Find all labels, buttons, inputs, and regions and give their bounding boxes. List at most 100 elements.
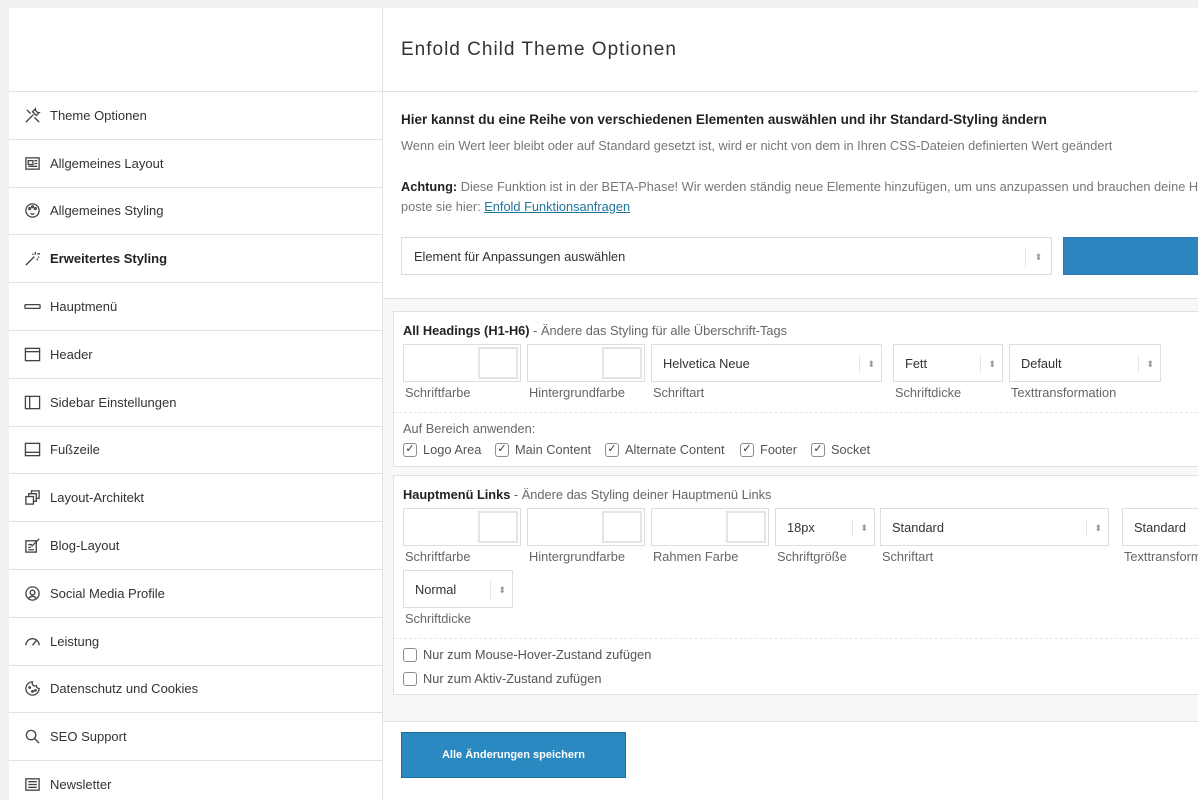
layout-icon — [23, 154, 41, 172]
color-swatch[interactable] — [478, 511, 518, 543]
weight-select[interactable]: Normal ⬍ — [403, 570, 513, 608]
select-arrows-icon: ⬍ — [980, 355, 996, 373]
element-select-value: Element für Anpassungen auswählen — [414, 248, 626, 264]
area-checkbox-socket[interactable]: ✓ Socket — [811, 442, 870, 457]
checkbox-label: Logo Area — [423, 442, 482, 457]
checkbox-label: Alternate Content — [625, 442, 725, 457]
speedometer-icon — [23, 632, 41, 650]
cookie-icon — [23, 680, 41, 698]
color-swatch[interactable] — [726, 511, 766, 543]
checkbox[interactable]: ✓ — [740, 442, 754, 457]
area-checkbox-footer[interactable]: ✓ Footer — [740, 442, 797, 457]
sidebar-item-layout-architekt[interactable]: Layout-Architekt — [9, 474, 382, 523]
bg-color-field[interactable] — [527, 508, 645, 546]
sidebar-item-seo-support[interactable]: SEO Support — [9, 713, 382, 762]
area-checkbox-logo[interactable]: ✓ Logo Area — [403, 442, 481, 457]
element-select[interactable]: Element für Anpassungen auswählen ⬍ — [401, 237, 1052, 275]
color-swatch[interactable] — [602, 511, 642, 543]
bg-color-label: Hintergrundfarbe — [529, 385, 626, 400]
panel-title-bold: All Headings (H1-H6) — [403, 323, 530, 338]
select-arrows-icon: ⬍ — [1025, 247, 1051, 267]
sidebar-item-label: Allgemeines Layout — [50, 155, 164, 171]
transform-select-value: Standard — [1134, 519, 1186, 535]
sidebar-item-erweitertes-styling[interactable]: Erweitertes Styling — [9, 235, 382, 284]
border-color-field[interactable] — [651, 508, 769, 546]
sidebar-logo-area — [9, 8, 382, 92]
weight-select[interactable]: Fett ⬍ — [893, 344, 1003, 382]
beta-warning: Achtung: Diese Funktion ist in der BETA-… — [401, 177, 1198, 217]
bg-color-field[interactable] — [527, 344, 645, 382]
sidebar-item-allgemeines-styling[interactable]: Allgemeines Styling — [9, 188, 382, 236]
font-select[interactable]: Standard ⬍ — [880, 508, 1109, 546]
feature-request-link[interactable]: Enfold Funktionsanfragen — [484, 199, 630, 214]
color-swatch[interactable] — [602, 347, 642, 379]
bg-color-label: Hintergrundfarbe — [529, 549, 626, 564]
panel-title-desc: - Ändere das Styling für alle Überschrif… — [529, 323, 788, 338]
sidebar-item-label: Allgemeines Styling — [50, 203, 164, 219]
weight-select-value: Fett — [905, 355, 928, 371]
area-checkbox-main[interactable]: ✓ Main Content — [495, 442, 591, 457]
sidebar-item-label: Newsletter — [50, 777, 112, 793]
checkbox[interactable] — [403, 647, 417, 662]
sidebar-item-datenschutz[interactable]: Datenschutz und Cookies — [9, 666, 382, 714]
sidebar-item-allgemeines-layout[interactable]: Allgemeines Layout — [9, 140, 382, 188]
font-select-value: Helvetica Neue — [663, 355, 750, 371]
select-arrows-icon: ⬍ — [490, 581, 506, 599]
checkbox-label: Nur zum Mouse-Hover-Zustand zufügen — [423, 647, 652, 662]
sidebar-item-label: Hauptmenü — [50, 299, 118, 315]
text-color-label: Schriftfarbe — [405, 549, 471, 564]
area-checkbox-alternate[interactable]: ✓ Alternate Content — [605, 442, 725, 457]
checkbox[interactable]: ✓ — [811, 442, 825, 457]
weight-label: Schriftdicke — [405, 611, 472, 626]
sidebar-item-leistung[interactable]: Leistung — [9, 618, 382, 666]
transform-select[interactable]: Default ⬍ — [1009, 344, 1161, 382]
apply-area-label: Auf Bereich anwenden: — [403, 421, 536, 436]
sidebar-item-header[interactable]: Header — [9, 331, 382, 379]
checkbox[interactable]: ✓ — [605, 442, 619, 457]
divider — [394, 638, 1198, 639]
sidebar-item-social-media-profile[interactable]: Social Media Profile — [9, 570, 382, 618]
active-state-checkbox[interactable]: Nur zum Aktiv-Zustand zufügen — [403, 671, 602, 686]
checkbox[interactable]: ✓ — [403, 442, 417, 457]
edit-icon — [23, 537, 41, 555]
intro-text: Wenn ein Wert leer bleibt oder auf Stand… — [401, 138, 1113, 153]
checkbox[interactable] — [403, 671, 417, 686]
font-select-value: Standard — [892, 519, 944, 535]
sidebar-item-theme-optionen[interactable]: Theme Optionen — [9, 92, 382, 140]
font-select[interactable]: Helvetica Neue ⬍ — [651, 344, 882, 382]
save-all-button[interactable]: Alle Änderungen speichern — [401, 732, 626, 778]
panel-main-menu-links: Hauptmenü Links - Ändere das Styling dei… — [393, 475, 1198, 695]
sidebar-item-blog-layout[interactable]: Blog-Layout — [9, 522, 382, 570]
element-select-row: Element für Anpassungen auswählen ⬍ — [401, 237, 1198, 275]
sidebar-item-label: Leistung — [50, 633, 100, 649]
size-label: Schriftgröße — [777, 549, 847, 564]
sidebar-item-newsletter[interactable]: Newsletter — [9, 761, 382, 800]
sidebar-item-hauptmenue[interactable]: Hauptmenü — [9, 283, 382, 331]
add-element-button[interactable] — [1063, 237, 1198, 275]
search-icon — [23, 728, 41, 746]
sidebar-item-fusszeile[interactable]: Fußzeile — [9, 427, 382, 475]
palette-icon — [23, 202, 41, 220]
sidebar-item-label: Header — [50, 346, 93, 362]
checkbox-label: Main Content — [515, 442, 592, 457]
styling-options-area: All Headings (H1-H6) - Ändere das Stylin… — [383, 298, 1198, 722]
select-arrows-icon: ⬍ — [1086, 519, 1102, 537]
size-select[interactable]: 18px ⬍ — [775, 508, 875, 546]
checkbox-label: Footer — [760, 442, 797, 457]
sidebar-item-label: Social Media Profile — [50, 585, 165, 601]
text-color-field[interactable] — [403, 344, 521, 382]
panel-title-bold: Hauptmenü Links — [403, 487, 511, 502]
color-swatch[interactable] — [478, 347, 518, 379]
hover-state-checkbox[interactable]: Nur zum Mouse-Hover-Zustand zufügen — [403, 647, 651, 662]
sidebar-item-label: Fußzeile — [50, 442, 100, 458]
checkbox[interactable]: ✓ — [495, 442, 509, 457]
text-color-field[interactable] — [403, 508, 521, 546]
at-icon — [23, 584, 41, 602]
sidebar-item-label: Blog-Layout — [50, 538, 120, 554]
sidebar-item-label: Datenschutz und Cookies — [50, 681, 199, 697]
sidebar-item-sidebar-einstellungen[interactable]: Sidebar Einstellungen — [9, 379, 382, 427]
main-content: Enfold Child Theme Optionen Hier kannst … — [383, 8, 1198, 800]
warning-text-2: poste sie hier: — [401, 199, 485, 214]
transform-select[interactable]: Standard — [1122, 508, 1198, 546]
tools-icon — [23, 106, 41, 124]
